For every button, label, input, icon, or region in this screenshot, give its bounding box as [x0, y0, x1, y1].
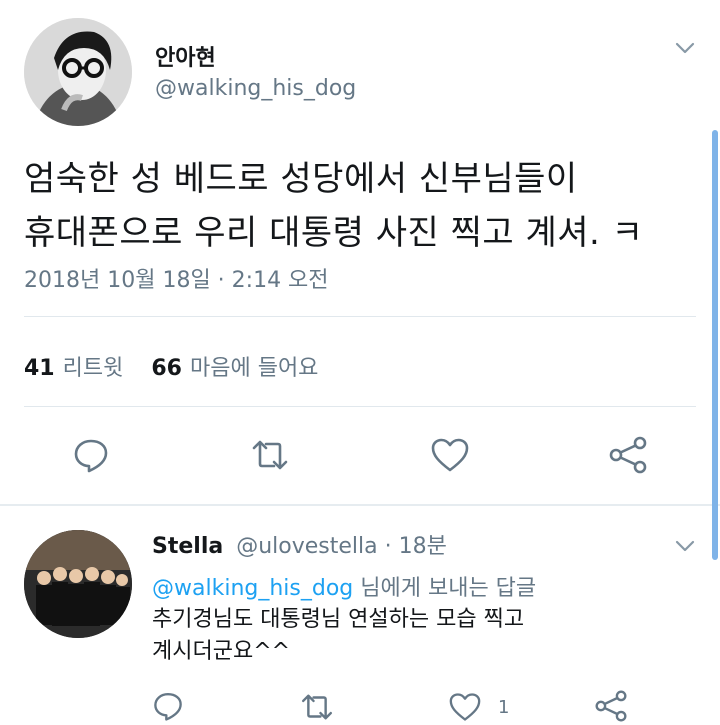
reply-text-line: 계시더군요^^: [152, 639, 291, 664]
reply-icon: [154, 693, 182, 721]
reply-icon: [74, 439, 108, 473]
tweet-text-line: 휴대폰으로 우리 대통령 사진 찍고 계셔. ㅋ: [24, 213, 644, 253]
tweet-separator: [0, 504, 720, 506]
tweet-timestamp[interactable]: 2018년 10월 18일 · 2:14 오전: [24, 262, 329, 294]
reply-author-avatar[interactable]: [24, 530, 132, 638]
reply-like-button[interactable]: 1: [448, 692, 509, 722]
author-handle[interactable]: @walking_his_dog: [155, 76, 356, 101]
reply-header: Stella @ulovestella · 18분: [152, 528, 447, 560]
divider: [24, 406, 696, 407]
retweet-icon: [252, 440, 288, 470]
divider: [24, 316, 696, 317]
reply-to-suffix: 님에게 보내는 답글: [353, 576, 537, 601]
like-button[interactable]: [430, 437, 470, 473]
share-icon: [609, 436, 647, 474]
retweet-stat[interactable]: 41 리트윗: [24, 350, 123, 382]
reply-button[interactable]: [72, 436, 110, 474]
like-label: 마음에 들어요: [189, 356, 319, 381]
like-icon: [449, 693, 481, 721]
like-icon: [431, 438, 469, 472]
tweet-text-line: 엄숙한 성 베드로 성당에서 신부님들이: [24, 159, 578, 199]
author-display-name[interactable]: 안아현: [155, 40, 216, 72]
reply-author-name[interactable]: Stella: [152, 534, 223, 559]
reply-time[interactable]: · 18분: [385, 534, 447, 559]
reply-author-handle[interactable]: @ulovestella: [236, 534, 377, 559]
chevron-down-icon[interactable]: [673, 36, 697, 60]
share-button[interactable]: [608, 436, 648, 474]
reply-reply-button[interactable]: [152, 690, 184, 722]
retweet-count: 41: [24, 356, 55, 381]
reply-text: 추기경님도 대통령님 연설하는 모습 찍고 계시더군요^^: [152, 604, 672, 668]
like-stat[interactable]: 66 마음에 들어요: [151, 350, 318, 382]
scrollbar[interactable]: [712, 130, 718, 560]
retweet-label: 리트윗: [62, 356, 124, 381]
reply-to-mention[interactable]: @walking_his_dog: [152, 576, 353, 601]
retweet-icon: [301, 694, 333, 720]
reply-like-count: 1: [498, 696, 510, 718]
tweet-stats: 41 리트윗 66 마음에 들어요: [24, 350, 318, 382]
chevron-down-icon[interactable]: [673, 534, 697, 558]
replying-to: @walking_his_dog 님에게 보내는 답글: [152, 570, 536, 602]
tweet-text: 엄숙한 성 베드로 성당에서 신부님들이 휴대폰으로 우리 대통령 사진 찍고 …: [24, 152, 704, 260]
author-avatar[interactable]: [24, 18, 132, 126]
reply-text-line: 추기경님도 대통령님 연설하는 모습 찍고: [152, 607, 525, 632]
like-count: 66: [151, 356, 182, 381]
retweet-button[interactable]: [248, 438, 292, 472]
share-icon: [595, 690, 627, 722]
reply-retweet-button[interactable]: [298, 692, 336, 722]
reply-share-button[interactable]: [594, 690, 628, 722]
